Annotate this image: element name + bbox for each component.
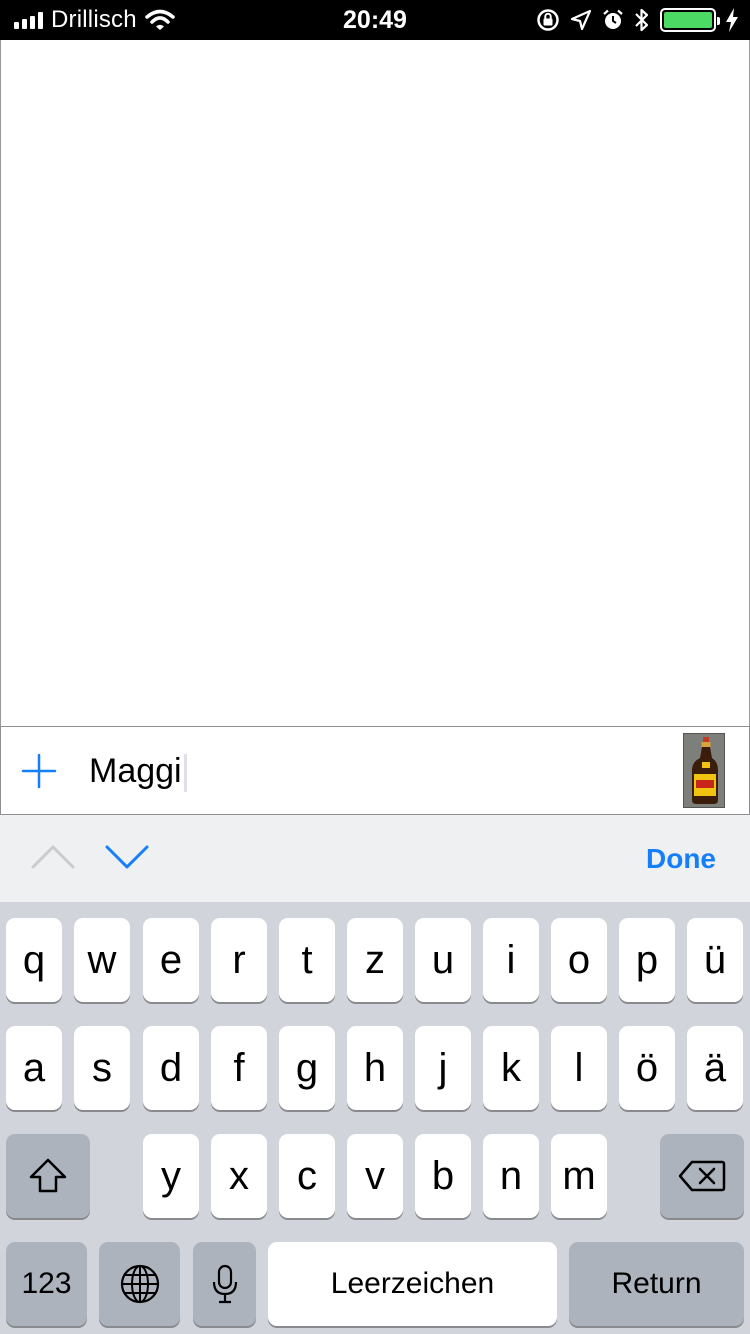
key-o[interactable]: o [551, 918, 607, 1002]
rotation-lock-icon [537, 9, 559, 31]
shift-key[interactable] [6, 1134, 90, 1218]
key-m[interactable]: m [551, 1134, 607, 1218]
shift-icon [29, 1158, 67, 1193]
key-p[interactable]: p [619, 918, 675, 1002]
key-d[interactable]: d [143, 1026, 199, 1110]
globe-icon [120, 1264, 159, 1304]
chevron-down-icon[interactable] [104, 841, 150, 873]
item-name-input[interactable]: Maggi [89, 749, 187, 793]
key-y[interactable]: y [143, 1134, 199, 1218]
key-u-umlaut[interactable]: ü [687, 918, 743, 1002]
key-x[interactable]: x [211, 1134, 267, 1218]
status-bar: Drillisch 20:49 [0, 0, 750, 40]
item-input-row: Maggi [0, 726, 750, 815]
key-t[interactable]: t [279, 918, 335, 1002]
location-icon [570, 9, 592, 31]
key-c[interactable]: c [279, 1134, 335, 1218]
key-a-umlaut[interactable]: ä [687, 1026, 743, 1110]
key-o-umlaut[interactable]: ö [619, 1026, 675, 1110]
backspace-key[interactable] [660, 1134, 744, 1218]
microphone-icon [212, 1264, 237, 1304]
key-e[interactable]: e [143, 918, 199, 1002]
bottle-illustration [684, 734, 724, 807]
keyboard: q w e r t z u i o p ü a s d f g h j k l … [0, 902, 750, 1334]
key-s[interactable]: s [74, 1026, 130, 1110]
key-f[interactable]: f [211, 1026, 267, 1110]
key-u[interactable]: u [415, 918, 471, 1002]
item-name-value: Maggi [89, 752, 182, 790]
key-h[interactable]: h [347, 1026, 403, 1110]
add-item-plus-icon[interactable] [19, 751, 59, 791]
key-r[interactable]: r [211, 918, 267, 1002]
bluetooth-icon [635, 8, 649, 32]
chevron-up-icon[interactable] [30, 841, 76, 873]
key-l[interactable]: l [551, 1026, 607, 1110]
key-q[interactable]: q [6, 918, 62, 1002]
key-b[interactable]: b [415, 1134, 471, 1218]
status-right [536, 0, 738, 40]
keyboard-accessory-bar: Done [0, 815, 750, 902]
text-cursor [183, 754, 187, 793]
key-a[interactable]: a [6, 1026, 62, 1110]
charging-icon [726, 8, 738, 32]
key-i[interactable]: i [483, 918, 539, 1002]
key-j[interactable]: j [415, 1026, 471, 1110]
key-n[interactable]: n [483, 1134, 539, 1218]
numbers-key[interactable]: 123 [6, 1242, 87, 1326]
done-button[interactable]: Done [646, 841, 716, 877]
key-v[interactable]: v [347, 1134, 403, 1218]
key-k[interactable]: k [483, 1026, 539, 1110]
key-z[interactable]: z [347, 918, 403, 1002]
battery-icon [660, 8, 720, 32]
backspace-icon [678, 1160, 726, 1192]
return-key[interactable]: Return [569, 1242, 744, 1326]
item-list-area[interactable] [0, 40, 750, 727]
maggi-bottle-image[interactable] [683, 733, 725, 808]
alarm-icon [603, 9, 623, 29]
key-g[interactable]: g [279, 1026, 335, 1110]
microphone-key[interactable] [193, 1242, 256, 1326]
globe-key[interactable] [99, 1242, 180, 1326]
key-w[interactable]: w [74, 918, 130, 1002]
space-key[interactable]: Leerzeichen [268, 1242, 557, 1326]
